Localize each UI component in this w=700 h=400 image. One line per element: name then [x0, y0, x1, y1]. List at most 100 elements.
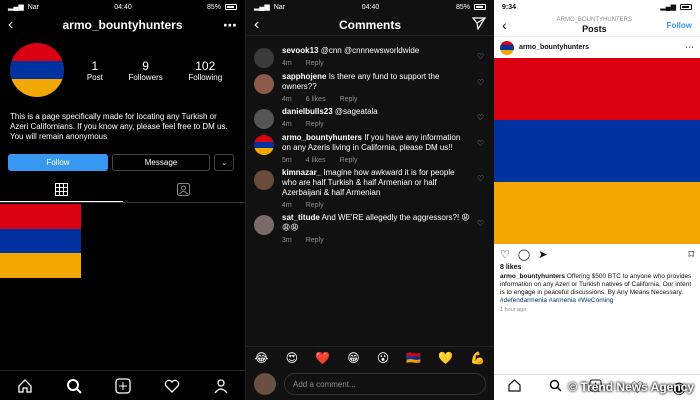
avatar[interactable]	[254, 74, 274, 94]
stat-posts[interactable]: 1 Post	[87, 59, 103, 82]
signal-icon: ▂▄▆	[254, 4, 270, 11]
heart-icon[interactable]: ♡	[477, 113, 484, 122]
comment-username[interactable]: sapphojene	[282, 72, 326, 81]
profile-username: armo_bountyhunters	[62, 18, 183, 32]
reply-button[interactable]: Reply	[306, 60, 324, 67]
tagged-icon	[177, 183, 191, 196]
reply-button[interactable]: Reply	[306, 237, 324, 244]
status-bar: ▂▄▆ Nar 04:40 85%	[0, 0, 245, 14]
bottom-nav	[0, 370, 245, 400]
caption-hashtags[interactable]: #defendarmenia #armenia #WeComing	[500, 297, 613, 304]
comment-text: sevook13 @cnn @cnnnewsworldwide	[282, 46, 420, 55]
heart-icon[interactable]: ♡	[477, 78, 484, 87]
heart-icon[interactable]: ♡	[477, 174, 484, 183]
bookmark-icon[interactable]: ⌑	[688, 248, 694, 261]
avatar[interactable]	[254, 170, 274, 190]
chevron-left-icon[interactable]: ‹	[254, 16, 276, 34]
comment-username[interactable]: kimnazar_	[282, 168, 321, 177]
like-count[interactable]: 8 likes	[494, 264, 700, 271]
chevron-left-icon[interactable]: ‹	[8, 16, 30, 34]
add-post-icon[interactable]	[114, 377, 132, 395]
post-thumbnail[interactable]	[0, 204, 81, 279]
search-icon[interactable]	[549, 379, 562, 397]
profile-summary: 1 Post 9 Followers 102 Following	[0, 36, 245, 98]
comment-text: kimnazar_ Imagine how awkward it is for …	[282, 168, 455, 197]
heart-icon[interactable]: ♡	[477, 139, 484, 148]
caption-username[interactable]: armo_bountyhunters	[500, 273, 565, 280]
page-title: Posts	[582, 24, 607, 34]
comment-text: armo_bountyhunters If you have any infor…	[282, 133, 461, 152]
battery-icon	[680, 4, 692, 10]
signal-icon: ▂▄▆	[8, 4, 24, 11]
share-icon[interactable]: ➤	[538, 248, 547, 261]
comment-likes[interactable]: 4 likes	[306, 157, 326, 164]
emoji-button[interactable]: 😁	[347, 351, 360, 365]
post-screen: 9:34 ▂▄▆ ‹ ARMO_BOUNTYHUNTERS Posts Foll…	[494, 0, 700, 400]
stat-followers[interactable]: 9 Followers	[128, 59, 162, 82]
emoji-button[interactable]: 💛	[438, 351, 453, 365]
send-icon[interactable]	[464, 16, 487, 33]
profile-icon[interactable]	[212, 377, 230, 395]
message-button[interactable]: Message	[112, 154, 210, 171]
post-image[interactable]	[494, 58, 700, 244]
reply-button[interactable]: Reply	[340, 96, 358, 103]
tab-tagged[interactable]	[123, 177, 246, 202]
emoji-button[interactable]: 😮	[377, 351, 390, 365]
follow-button[interactable]: Follow	[8, 154, 108, 171]
chevron-left-icon[interactable]: ‹	[502, 17, 522, 33]
comment-username[interactable]: armo_bountyhunters	[282, 133, 362, 142]
avatar[interactable]	[254, 215, 274, 235]
ellipsis-icon[interactable]: ⋯	[215, 17, 237, 34]
heart-icon[interactable]: ♡	[477, 219, 484, 228]
post-caption: armo_bountyhunters Offering $500 BTC to …	[494, 271, 700, 305]
post-header: armo_bountyhunters ⋯	[494, 36, 700, 58]
search-icon[interactable]	[65, 377, 83, 395]
post-username[interactable]: armo_bountyhunters	[519, 44, 685, 51]
comment-likes[interactable]: 6 likes	[306, 96, 326, 103]
comment-text: sat_titude And WE'RE allegedly the aggre…	[282, 213, 470, 232]
profile-screen: ▂▄▆ Nar 04:40 85% ‹ armo_bountyhunters ⋯ …	[0, 0, 245, 400]
emoji-button[interactable]: 🇦🇲	[406, 351, 421, 365]
avatar[interactable]	[10, 43, 64, 97]
comment-text: sapphojene Is there any fund to support …	[282, 72, 440, 91]
comment-row: sevook13 @cnn @cnnnewsworldwide 4m Reply ♡	[246, 42, 494, 68]
emoji-button[interactable]: ❤️	[315, 351, 330, 365]
heart-icon[interactable]	[163, 377, 181, 395]
stat-following[interactable]: 102 Following	[188, 59, 222, 82]
heart-icon[interactable]: ♡	[477, 52, 484, 61]
avatar[interactable]	[500, 40, 514, 55]
reply-button[interactable]: Reply	[340, 157, 358, 164]
like-icon[interactable]: ♡	[500, 248, 510, 261]
avatar[interactable]	[254, 48, 274, 68]
chevron-down-icon[interactable]: ⌄	[214, 154, 234, 171]
comments-screen: ▂▄▆ Nar 04:40 85% ‹ Comments sevook13 @cn…	[245, 0, 494, 400]
emoji-button[interactable]: 😂	[255, 351, 269, 365]
profile-bio: This is a page specifically made for loc…	[10, 112, 228, 141]
emoji-button[interactable]: 😍	[286, 351, 299, 365]
emoji-button[interactable]: 💪	[470, 351, 485, 365]
comment-username[interactable]: sat_titude	[282, 213, 320, 222]
battery-percent: 85%	[455, 3, 470, 11]
battery-percent: 85%	[206, 3, 221, 11]
ellipsis-icon[interactable]: ⋯	[685, 42, 694, 53]
home-icon[interactable]	[16, 377, 34, 395]
comment-input[interactable]: Add a comment...	[284, 373, 486, 395]
post-actions: ♡ ◯ ➤ ⌑	[494, 244, 700, 264]
emoji-bar: 😂 😍 ❤️ 😁 😮 🇦🇲 💛 💪	[246, 346, 494, 368]
posts-header: ‹ ARMO_BOUNTYHUNTERS Posts Follow	[494, 14, 700, 36]
watermark: © Trend News Agency	[568, 380, 694, 394]
comment-username[interactable]: danielbulls23	[282, 107, 333, 116]
follow-button[interactable]: Follow	[667, 21, 692, 30]
comment-icon[interactable]: ◯	[518, 248, 530, 261]
comment-username[interactable]: sevook13	[282, 46, 318, 55]
home-icon[interactable]	[508, 378, 521, 397]
post-timestamp: 1 hour ago	[500, 307, 527, 313]
clock: 04:40	[361, 3, 380, 11]
tab-grid[interactable]	[0, 177, 123, 202]
avatar[interactable]	[254, 135, 274, 155]
status-bar: 9:34 ▂▄▆	[494, 0, 700, 14]
reply-button[interactable]: Reply	[306, 121, 324, 128]
avatar[interactable]	[254, 109, 274, 129]
clock: 04:40	[114, 3, 132, 11]
reply-button[interactable]: Reply	[306, 202, 324, 209]
